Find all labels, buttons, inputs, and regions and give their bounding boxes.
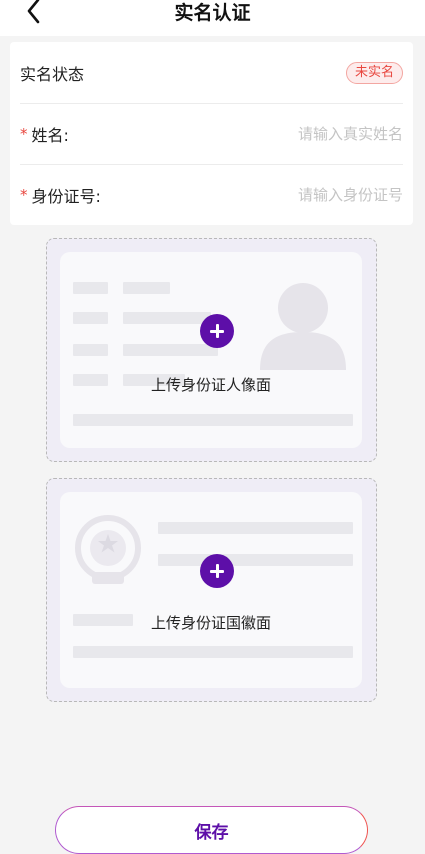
id-number-field-label: * 身份证号:	[20, 183, 101, 207]
id-number-row[interactable]: * 身份证号: 请输入身份证号	[20, 164, 403, 225]
national-emblem-icon	[75, 515, 141, 584]
card-line	[73, 312, 108, 324]
status-row: 实名状态 未实名	[20, 42, 403, 104]
navigation-bar: 实名认证	[0, 0, 425, 36]
plus-circle-icon[interactable]	[200, 554, 234, 588]
required-mark: *	[20, 124, 28, 143]
required-mark: *	[20, 185, 28, 204]
verification-form: 实名状态 未实名 * 姓名: 请输入真实姓名 * 身份证号: 请输入身份证号	[10, 42, 413, 225]
id-number-label-text: 身份证号:	[31, 186, 101, 206]
status-badge: 未实名	[345, 61, 403, 84]
card-line	[158, 522, 353, 534]
save-button[interactable]: 保存	[55, 806, 368, 854]
name-row[interactable]: * 姓名: 请输入真实姓名	[20, 103, 403, 165]
card-line	[123, 344, 218, 356]
card-line	[73, 282, 108, 294]
person-silhouette-icon	[260, 283, 346, 370]
name-label-text: 姓名:	[31, 125, 69, 145]
id-front-placeholder: 上传身份证人像面	[60, 252, 362, 448]
upload-back-label: 上传身份证国徽面	[150, 614, 271, 632]
id-number-input[interactable]: 请输入身份证号	[298, 184, 403, 205]
page-title: 实名认证	[174, 2, 251, 24]
card-line	[158, 554, 353, 566]
card-line	[73, 414, 353, 426]
card-line	[123, 312, 211, 324]
upload-front-label: 上传身份证人像面	[150, 376, 271, 394]
upload-id-front[interactable]: 上传身份证人像面	[46, 238, 377, 462]
plus-circle-icon[interactable]	[200, 314, 234, 348]
card-line	[123, 282, 170, 294]
id-back-placeholder: 上传身份证国徽面	[60, 492, 362, 688]
status-label: 实名状态	[20, 64, 85, 84]
card-line	[73, 646, 353, 658]
card-line	[73, 344, 108, 356]
upload-id-back[interactable]: 上传身份证国徽面	[46, 478, 377, 702]
name-input[interactable]: 请输入真实姓名	[298, 123, 403, 144]
name-field-label: * 姓名:	[20, 122, 69, 146]
